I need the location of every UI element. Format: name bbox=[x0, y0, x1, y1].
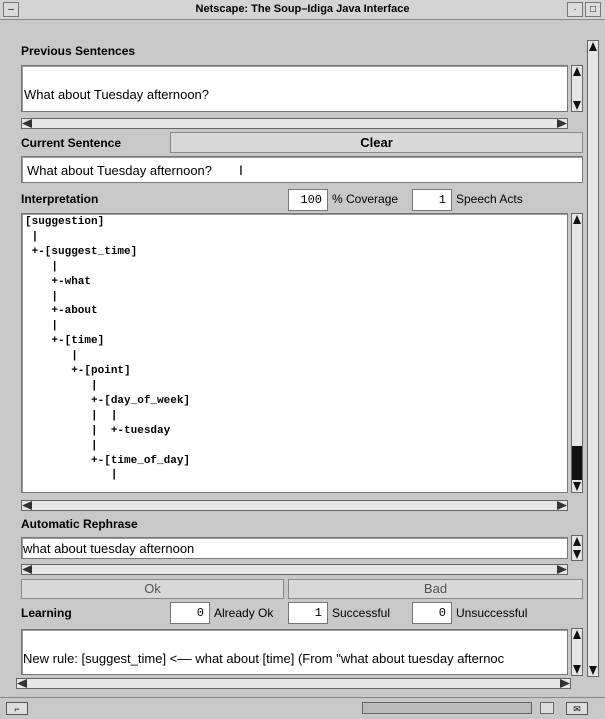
current-sentence-input[interactable]: What about Tuesday afternoon? I bbox=[21, 156, 583, 183]
window-title: Netscape: The Soup–Idiga Java Interface bbox=[195, 3, 410, 15]
scroll-left-icon[interactable] bbox=[17, 679, 27, 688]
scroll-down-icon[interactable] bbox=[589, 666, 597, 675]
mail-icon[interactable]: ✉ bbox=[566, 702, 588, 715]
unsuccessful-label: Unsuccessful bbox=[456, 606, 528, 620]
previous-sentences-box: What about Tuesday afternoon? bbox=[21, 65, 568, 112]
learning-horizontal-scrollbar[interactable] bbox=[16, 678, 571, 689]
interpretation-vertical-scrollbar[interactable] bbox=[571, 213, 583, 493]
scroll-left-icon[interactable] bbox=[22, 501, 32, 510]
rephrase-horizontal-scrollbar[interactable] bbox=[21, 564, 568, 575]
current-sentence-value: What about Tuesday afternoon? bbox=[27, 163, 213, 178]
rephrase-label: Automatic Rephrase bbox=[21, 517, 138, 531]
rephrase-vertical-scrollbar[interactable] bbox=[571, 535, 583, 561]
already-ok-field[interactable]: 0 bbox=[170, 602, 210, 624]
interpretation-tree-box: [suggestion] | +-[suggest_time] | +-what… bbox=[21, 213, 568, 493]
learning-label: Learning bbox=[21, 606, 72, 620]
successful-field[interactable]: 1 bbox=[288, 602, 328, 624]
interpretation-label: Interpretation bbox=[21, 192, 99, 206]
status-bar: ⌐ ✉ bbox=[0, 697, 605, 719]
scroll-right-icon[interactable] bbox=[557, 119, 567, 128]
scroll-down-icon[interactable] bbox=[573, 482, 581, 491]
scroll-up-icon[interactable] bbox=[573, 630, 581, 639]
ok-button[interactable]: Ok bbox=[21, 579, 284, 599]
current-sentence-label: Current Sentence bbox=[21, 136, 122, 150]
bad-button[interactable]: Bad bbox=[288, 579, 583, 599]
scroll-thumb[interactable] bbox=[572, 446, 582, 480]
learning-message: New rule: [suggest_time] <–– what about … bbox=[23, 651, 505, 666]
previous-sentence-text: What about Tuesday afternoon? bbox=[24, 87, 210, 102]
already-ok-label: Already Ok bbox=[214, 606, 274, 620]
status-indicator bbox=[540, 702, 554, 714]
clear-button[interactable]: Clear bbox=[170, 132, 583, 153]
coverage-field[interactable]: 100 bbox=[288, 189, 328, 211]
scroll-down-icon[interactable] bbox=[573, 101, 581, 110]
scroll-up-icon[interactable] bbox=[573, 537, 581, 546]
successful-label: Successful bbox=[332, 606, 391, 620]
text-cursor-icon: I bbox=[239, 162, 243, 178]
scroll-right-icon[interactable] bbox=[560, 679, 570, 688]
scroll-down-icon[interactable] bbox=[573, 665, 581, 674]
scroll-up-icon[interactable] bbox=[573, 67, 581, 76]
minimize-button[interactable]: · bbox=[567, 2, 583, 17]
coverage-label: % Coverage bbox=[332, 192, 399, 206]
scroll-up-icon[interactable] bbox=[573, 215, 581, 224]
unsuccessful-field[interactable]: 0 bbox=[412, 602, 452, 624]
learning-vertical-scrollbar[interactable] bbox=[571, 628, 583, 676]
scroll-left-icon[interactable] bbox=[22, 119, 32, 128]
square-icon: □ bbox=[589, 4, 597, 15]
speech-acts-field[interactable]: 1 bbox=[412, 189, 452, 211]
scroll-right-icon[interactable] bbox=[557, 501, 567, 510]
scroll-left-icon[interactable] bbox=[22, 565, 32, 574]
interpretation-horizontal-scrollbar[interactable] bbox=[21, 500, 568, 511]
scroll-down-icon[interactable] bbox=[573, 550, 581, 559]
scroll-right-icon[interactable] bbox=[557, 565, 567, 574]
security-icon[interactable]: ⌐ bbox=[6, 702, 28, 715]
previous-horizontal-scrollbar[interactable] bbox=[21, 118, 568, 129]
scroll-up-icon[interactable] bbox=[589, 42, 597, 51]
parse-tree: [suggestion] | +-[suggest_time] | +-what… bbox=[25, 216, 191, 482]
title-bar: – Netscape: The Soup–Idiga Java Interfac… bbox=[0, 0, 605, 20]
progress-bar bbox=[362, 702, 532, 714]
page-vertical-scrollbar[interactable] bbox=[587, 40, 599, 677]
learning-log-box: New rule: [suggest_time] <–– what about … bbox=[21, 629, 568, 675]
rephrase-value: what about tuesday afternoon bbox=[23, 541, 195, 556]
previous-sentences-label: Previous Sentences bbox=[21, 44, 136, 58]
speech-acts-label: Speech Acts bbox=[456, 192, 523, 206]
rephrase-field[interactable]: what about tuesday afternoon bbox=[21, 537, 568, 559]
dot-icon: · bbox=[573, 4, 577, 15]
maximize-button[interactable]: □ bbox=[585, 2, 601, 17]
previous-vertical-scrollbar[interactable] bbox=[571, 65, 583, 112]
